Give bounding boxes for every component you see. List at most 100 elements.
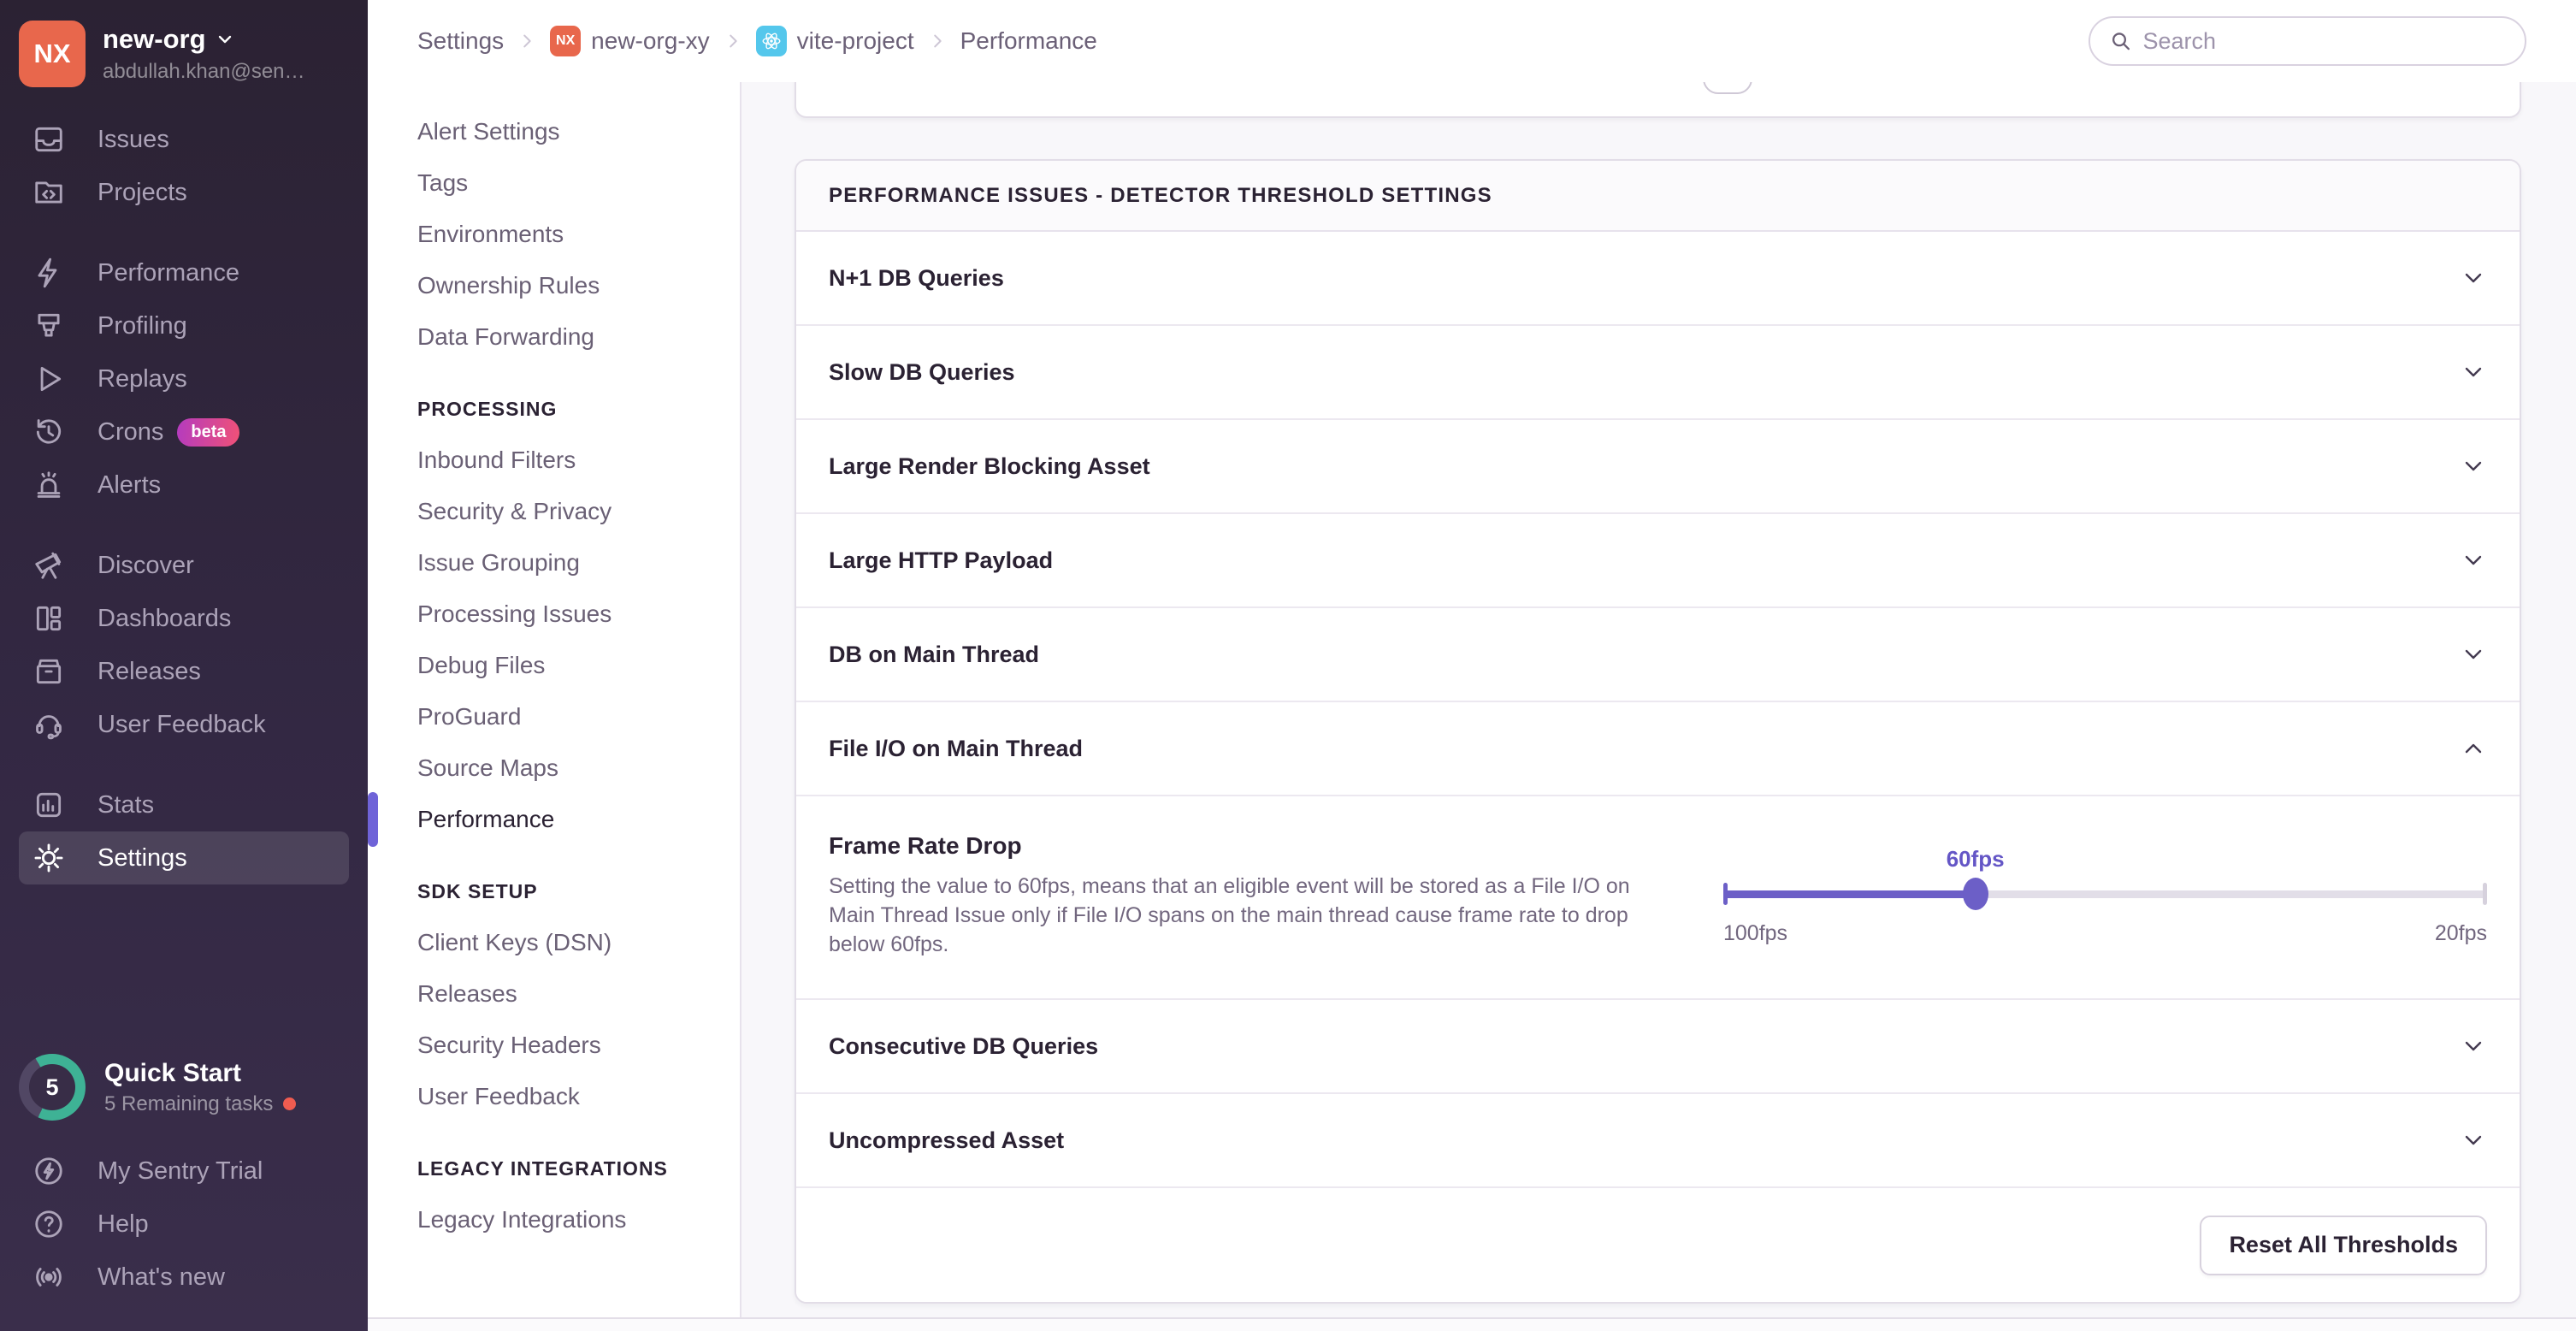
settings-nav-alert-settings[interactable]: Alert Settings [368, 106, 740, 157]
org-avatar: NX [19, 21, 86, 87]
chevron-down-icon[interactable] [2460, 453, 2487, 480]
sidebar-item-label: User Feedback [97, 711, 266, 739]
settings-nav-inbound-filters[interactable]: Inbound Filters [368, 435, 740, 486]
performance-icon [32, 257, 65, 289]
sidebar-item-label: Performance [97, 259, 239, 287]
org-name: new-org [103, 24, 206, 55]
chevron-down-icon[interactable] [2460, 641, 2487, 668]
sidebar-item-performance[interactable]: Performance [19, 246, 349, 299]
settings-nav-source-maps[interactable]: Source Maps [368, 742, 740, 794]
sidebar-item-alerts[interactable]: Alerts [19, 458, 349, 512]
search-bar[interactable] [2089, 16, 2526, 66]
settings-nav-processing-issues[interactable]: Processing Issues [368, 589, 740, 640]
chevron-down-icon[interactable] [2460, 1127, 2487, 1154]
breadcrumb-organization[interactable]: NX new-org-xy [550, 26, 709, 56]
sidebar-item-label: Crons [97, 418, 163, 447]
sidebar-item-label: Stats [97, 791, 154, 819]
sidebar-item-user-feedback[interactable]: User Feedback [19, 698, 349, 751]
settings-nav-issue-grouping[interactable]: Issue Grouping [368, 537, 740, 589]
chevron-right-icon [517, 32, 536, 50]
settings-nav-performance[interactable]: Performance [368, 794, 740, 845]
sidebar-item-whats-new[interactable]: What's new [19, 1251, 349, 1304]
sidebar-item-discover[interactable]: Discover [19, 539, 349, 592]
row-consecutive-db-queries[interactable]: Consecutive DB Queries [796, 1000, 2520, 1094]
chevron-down-icon[interactable] [2460, 547, 2487, 574]
quick-start[interactable]: 5 Quick Start 5 Remaining tasks [19, 1054, 349, 1121]
sidebar-item-label: Discover [97, 552, 194, 580]
search-input[interactable] [2142, 28, 2506, 55]
row-slow-db-queries[interactable]: Slow DB Queries [796, 326, 2520, 420]
slider-track[interactable] [1723, 880, 2487, 908]
sidebar-item-my-sentry-trial[interactable]: My Sentry Trial [19, 1145, 349, 1198]
sidebar-item-crons[interactable]: Crons beta [19, 405, 349, 458]
row-uncompressed-asset[interactable]: Uncompressed Asset [796, 1094, 2520, 1188]
settings-nav-environments[interactable]: Environments [368, 209, 740, 260]
crons-icon [32, 416, 65, 448]
settings-nav-tags[interactable]: Tags [368, 157, 740, 209]
chevron-down-icon[interactable] [2460, 264, 2487, 292]
user-feedback-icon [32, 708, 65, 741]
row-large-http-payload[interactable]: Large HTTP Payload [796, 514, 2520, 608]
sidebar-item-issues[interactable]: Issues [19, 113, 349, 166]
row-db-on-main-thread[interactable]: DB on Main Thread [796, 608, 2520, 702]
sidebar-item-stats[interactable]: Stats [19, 778, 349, 831]
settings-nav-user-feedback[interactable]: User Feedback [368, 1071, 740, 1122]
org-switcher[interactable]: NX new-org abdullah.khan@sen… [0, 0, 368, 87]
sidebar-item-label: Help [97, 1210, 149, 1239]
sidebar-item-label: My Sentry Trial [97, 1157, 263, 1186]
frame-rate-slider: 60fps 100fps 20fps [1723, 832, 2487, 959]
sidebar-item-replays[interactable]: Replays [19, 352, 349, 405]
slider-thumb[interactable] [1963, 878, 1988, 910]
settings-nav-header-sdk-setup: SDK SETUP [368, 866, 740, 917]
frame-rate-drop-label: Frame Rate Drop [829, 832, 1684, 860]
slider-value-label: 60fps [1947, 846, 2005, 873]
sidebar-item-label: Issues [97, 126, 169, 154]
chevron-right-icon [724, 32, 742, 50]
bottom-scroll-strip[interactable] [368, 1317, 2576, 1331]
sidebar-item-releases[interactable]: Releases [19, 645, 349, 698]
row-large-render-blocking-asset[interactable]: Large Render Blocking Asset [796, 420, 2520, 514]
chevron-down-icon[interactable] [2460, 358, 2487, 386]
settings-nav-ownership-rules[interactable]: Ownership Rules [368, 260, 740, 311]
replays-icon [32, 363, 65, 395]
panel-footer: Reset All Thresholds [796, 1188, 2520, 1302]
breadcrumb-settings[interactable]: Settings [417, 27, 504, 55]
settings-nav-releases[interactable]: Releases [368, 968, 740, 1020]
settings-nav-legacy-integrations[interactable]: Legacy Integrations [368, 1194, 740, 1245]
trial-icon [32, 1155, 65, 1187]
settings-nav-security-privacy[interactable]: Security & Privacy [368, 486, 740, 537]
sidebar-item-label: Profiling [97, 312, 187, 340]
breadcrumb-page: Performance [960, 27, 1097, 55]
settings-nav-data-forwarding[interactable]: Data Forwarding [368, 311, 740, 363]
settings-nav-security-headers[interactable]: Security Headers [368, 1020, 740, 1071]
sidebar-item-profiling[interactable]: Profiling [19, 299, 349, 352]
chevron-up-icon[interactable] [2460, 735, 2487, 762]
row-n-plus-one-db-queries[interactable]: N+1 DB Queries [796, 232, 2520, 326]
broadcast-icon [32, 1261, 65, 1293]
notification-dot [283, 1097, 296, 1110]
sidebar-item-label: Projects [97, 179, 187, 207]
sidebar-item-dashboards[interactable]: Dashboards [19, 592, 349, 645]
quick-start-subtitle: 5 Remaining tasks [104, 1092, 273, 1116]
topbar: Settings NX new-org-xy vite-project Perf… [368, 0, 2576, 82]
breadcrumb-project[interactable]: vite-project [756, 26, 914, 56]
sidebar-item-help[interactable]: Help [19, 1198, 349, 1251]
settings-nav-client-keys[interactable]: Client Keys (DSN) [368, 917, 740, 968]
help-icon [32, 1208, 65, 1240]
sidebar-item-projects[interactable]: Projects [19, 166, 349, 219]
slider-min-label: 100fps [1723, 921, 1787, 946]
settings-nav-proguard[interactable]: ProGuard [368, 691, 740, 742]
quick-start-title: Quick Start [104, 1059, 296, 1088]
stats-icon [32, 789, 65, 821]
dashboards-icon [32, 602, 65, 635]
row-file-io-on-main-thread[interactable]: File I/O on Main Thread [796, 702, 2520, 796]
panel-title: PERFORMANCE ISSUES - DETECTOR THRESHOLD … [796, 161, 2520, 232]
reset-all-thresholds-button[interactable]: Reset All Thresholds [2200, 1216, 2487, 1275]
quick-start-progress-ring: 5 [19, 1054, 86, 1121]
sidebar: NX new-org abdullah.khan@sen… Issues Pro… [0, 0, 368, 1331]
gear-icon [32, 842, 65, 874]
settings-nav-debug-files[interactable]: Debug Files [368, 640, 740, 691]
issues-icon [32, 123, 65, 156]
sidebar-item-settings[interactable]: Settings [19, 831, 349, 884]
chevron-down-icon[interactable] [2460, 1032, 2487, 1060]
